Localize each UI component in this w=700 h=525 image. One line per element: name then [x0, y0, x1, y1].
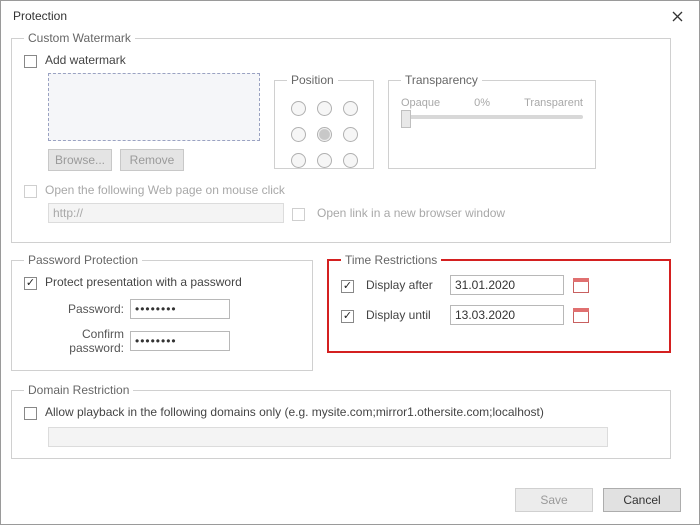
position-radio-bl[interactable] [291, 153, 306, 168]
position-radio-br[interactable] [343, 153, 358, 168]
close-button[interactable] [663, 6, 691, 26]
transparency-group: Transparency Opaque 0% Transparent [388, 73, 596, 169]
display-until-input[interactable] [450, 305, 564, 325]
domain-restriction-group: Domain Restriction Allow playback in the… [11, 383, 671, 459]
display-after-checkbox[interactable] [341, 280, 354, 293]
confirm-password-input[interactable] [130, 331, 230, 351]
protect-password-label: Protect presentation with a password [45, 275, 242, 289]
position-radio-grid [287, 97, 361, 171]
display-after-input[interactable] [450, 275, 564, 295]
position-radio-tc[interactable] [317, 101, 332, 116]
calendar-icon[interactable] [572, 306, 590, 324]
add-watermark-label: Add watermark [45, 53, 126, 67]
titlebar: Protection [1, 1, 699, 31]
protection-dialog: Protection Custom Watermark Add watermar… [0, 0, 700, 525]
close-icon [672, 11, 683, 22]
position-group: Position [274, 73, 374, 169]
position-radio-tr[interactable] [343, 101, 358, 116]
display-after-label: Display after [366, 278, 442, 292]
transparency-percent: 0% [474, 97, 490, 109]
position-radio-mc[interactable] [317, 127, 332, 142]
open-webpage-label: Open the following Web page on mouse cli… [45, 183, 285, 197]
protect-password-checkbox[interactable] [24, 277, 37, 290]
position-radio-tl[interactable] [291, 101, 306, 116]
position-radio-mr[interactable] [343, 127, 358, 142]
time-restrictions-legend: Time Restrictions [341, 253, 441, 267]
dialog-footer: Save Cancel [1, 476, 699, 524]
allow-domains-checkbox[interactable] [24, 407, 37, 420]
add-watermark-checkbox[interactable] [24, 55, 37, 68]
transparent-label: Transparent [524, 97, 583, 109]
password-input[interactable] [130, 299, 230, 319]
transparency-legend: Transparency [401, 73, 482, 87]
display-until-label: Display until [366, 308, 442, 322]
save-button[interactable]: Save [515, 488, 593, 512]
password-protection-group: Password Protection Protect presentation… [11, 253, 313, 371]
time-restrictions-group: Time Restrictions Display after Display … [327, 253, 671, 353]
remove-button[interactable]: Remove [120, 149, 184, 171]
position-radio-ml[interactable] [291, 127, 306, 142]
browse-button[interactable]: Browse... [48, 149, 112, 171]
calendar-icon[interactable] [572, 276, 590, 294]
opaque-label: Opaque [401, 97, 440, 109]
custom-watermark-legend: Custom Watermark [24, 31, 135, 45]
open-new-window-checkbox[interactable] [292, 208, 305, 221]
webpage-url-input[interactable] [48, 203, 284, 223]
custom-watermark-group: Custom Watermark Add watermark Browse...… [11, 31, 671, 243]
open-webpage-checkbox[interactable] [24, 185, 37, 198]
password-protection-legend: Password Protection [24, 253, 142, 267]
password-label: Password: [24, 302, 130, 316]
cancel-button[interactable]: Cancel [603, 488, 681, 512]
allow-domains-label: Allow playback in the following domains … [45, 405, 544, 419]
domains-input[interactable] [48, 427, 608, 447]
watermark-preview [48, 73, 260, 141]
slider-thumb-icon [401, 110, 411, 128]
window-title: Protection [13, 9, 67, 23]
domain-restriction-legend: Domain Restriction [24, 383, 133, 397]
transparency-slider[interactable] [401, 115, 583, 119]
confirm-password-label: Confirm password: [24, 327, 130, 355]
open-new-window-label: Open link in a new browser window [317, 206, 505, 220]
position-radio-bc[interactable] [317, 153, 332, 168]
display-until-checkbox[interactable] [341, 310, 354, 323]
position-legend: Position [287, 73, 338, 87]
